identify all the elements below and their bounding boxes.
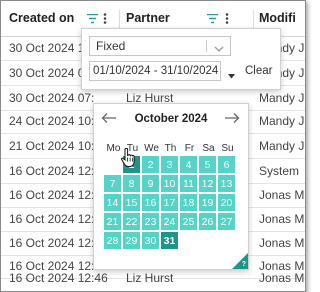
calendar-day[interactable]: 23 xyxy=(142,213,160,231)
calendar-day[interactable]: 29 xyxy=(123,232,141,250)
calendar-day[interactable]: 17 xyxy=(161,194,179,212)
calendar-day[interactable]: 20 xyxy=(218,194,236,212)
filter-icon[interactable] xyxy=(87,13,98,27)
weekday-label: Th xyxy=(164,143,177,154)
date-range-input[interactable]: 01/10/2024 - 31/10/2024 xyxy=(89,61,221,81)
column-menu-icon[interactable] xyxy=(103,13,107,27)
help-badge-label: ? xyxy=(241,261,246,268)
calendar-day[interactable]: 19 xyxy=(199,194,217,212)
calendar-day[interactable]: 30 xyxy=(142,232,160,250)
cell-modified-by: Jonas M xyxy=(259,271,305,285)
screenshot-frame: Created on Partner Modifi 30 Oct 2024 12… xyxy=(0,0,306,292)
arrow-right-icon[interactable] xyxy=(224,112,240,127)
calendar-day[interactable]: 16 xyxy=(142,194,160,212)
date-range-value: 01/10/2024 - 31/10/2024 xyxy=(93,65,219,77)
calendar-day[interactable]: 6 xyxy=(218,156,236,174)
calendar-day[interactable]: 11 xyxy=(180,175,198,193)
calendar-day[interactable]: 21 xyxy=(104,213,122,231)
column-separator[interactable] xyxy=(253,10,254,28)
weekday-label: Fr xyxy=(184,143,195,154)
calendar-day[interactable]: 8 xyxy=(123,175,141,193)
calendar-day[interactable]: 2 xyxy=(142,156,160,174)
calendar-day[interactable]: 4 xyxy=(180,156,198,174)
calendar-day[interactable]: 22 xyxy=(123,213,141,231)
calendar-day[interactable]: 31 xyxy=(161,232,179,250)
filter-mode-value: Fixed xyxy=(96,39,126,53)
calendar-day[interactable]: 27 xyxy=(218,213,236,231)
filter-mode-select[interactable]: Fixed xyxy=(89,36,231,56)
select-divider xyxy=(206,40,207,52)
calendar-day[interactable]: 10 xyxy=(161,175,179,193)
calendar-day[interactable]: 25 xyxy=(180,213,198,231)
filter-icon[interactable] xyxy=(207,13,218,27)
weekday-label: We xyxy=(144,143,159,154)
calendar-day[interactable]: 5 xyxy=(199,156,217,174)
column-separator[interactable] xyxy=(119,10,120,28)
cell-modified-by: System xyxy=(259,164,300,178)
calendar-day[interactable]: 24 xyxy=(161,213,179,231)
calendar-day[interactable]: 3 xyxy=(161,156,179,174)
cell-modified-by: Mandy J xyxy=(259,114,305,128)
cell-modified-by: Mandy J xyxy=(259,139,305,153)
calendar-popup: October 2024 MoTuWeThFrSaSu 123456789101… xyxy=(93,103,249,270)
calendar-day[interactable]: 18 xyxy=(180,194,198,212)
weekday-label: Su xyxy=(221,143,234,154)
calendar-day[interactable]: 15 xyxy=(123,194,141,212)
calendar-day[interactable]: 9 xyxy=(142,175,160,193)
calendar-day[interactable]: 12 xyxy=(199,175,217,193)
calendar-day[interactable]: 28 xyxy=(104,232,122,250)
column-header-created-on[interactable]: Created on xyxy=(9,1,74,36)
chevron-down-icon[interactable] xyxy=(214,42,224,56)
cell-modified-by: Jonas M xyxy=(259,212,305,226)
clear-button[interactable]: Clear xyxy=(245,61,272,81)
hand-pointer-cursor-icon xyxy=(121,147,135,171)
cell-modified-by: Jonas M xyxy=(259,236,305,250)
cell-modified-by: Jonas M xyxy=(259,188,305,202)
caret-down-icon[interactable] xyxy=(228,68,235,82)
calendar-day[interactable]: 14 xyxy=(104,194,122,212)
calendar-day[interactable]: 13 xyxy=(218,175,236,193)
column-menu-icon[interactable] xyxy=(225,13,229,27)
calendar-day[interactable]: 26 xyxy=(199,213,217,231)
calendar-day[interactable]: 7 xyxy=(104,175,122,193)
weekday-label: Sa xyxy=(202,143,215,154)
date-filter-popup: Fixed 01/10/2024 - 31/10/2024 Clear xyxy=(81,28,281,90)
